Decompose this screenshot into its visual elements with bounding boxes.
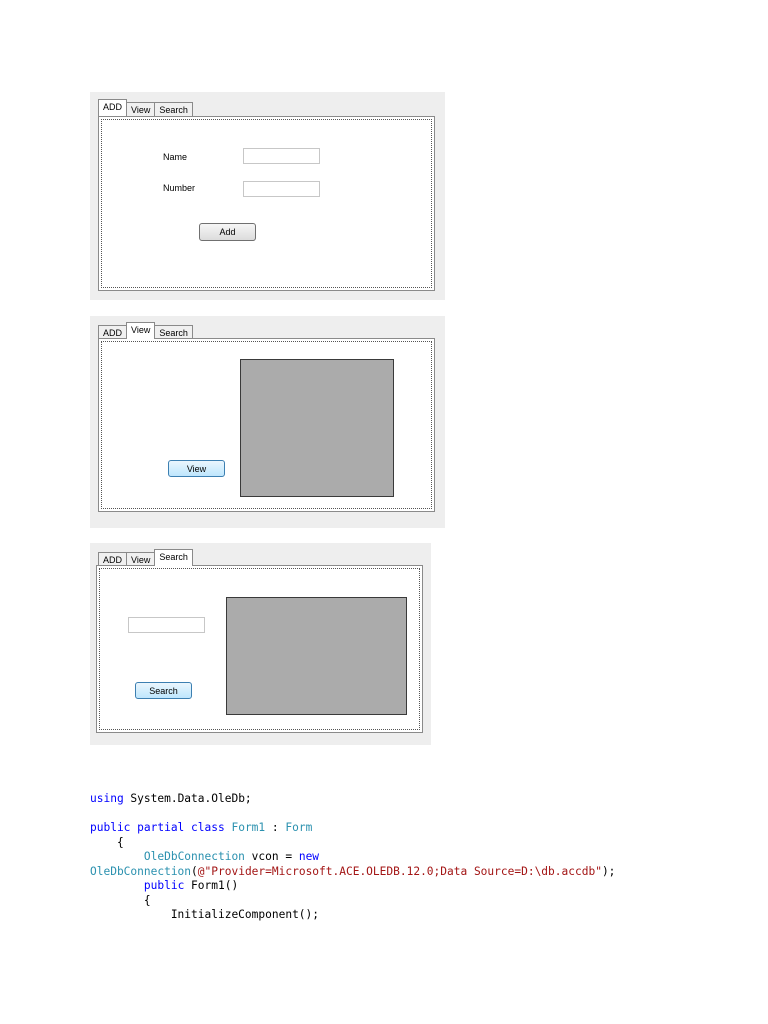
tab-search[interactable]: Search	[154, 325, 193, 339]
tab-page-search: Search	[96, 565, 423, 733]
tab-view[interactable]: View	[126, 322, 156, 339]
page-border	[101, 119, 432, 288]
code-type: Form1	[231, 821, 266, 834]
code-keyword: using	[90, 792, 124, 805]
code-type: OleDbConnection	[143, 850, 245, 863]
add-form-screenshot: ADD View Search Name Number Add	[90, 92, 445, 300]
code-string: @"Provider=Microsoft.ACE.OLEDB.12.0;Data…	[197, 864, 602, 878]
tab-strip: ADD View Search	[98, 99, 193, 116]
view-button[interactable]: View	[168, 460, 225, 477]
number-input[interactable]	[243, 181, 320, 197]
code-text: Form1()	[184, 879, 239, 892]
tab-view[interactable]: View	[126, 102, 156, 116]
code-keyword: public	[143, 879, 185, 892]
name-label: Name	[163, 152, 188, 162]
data-grid[interactable]	[240, 359, 394, 497]
tab-page-add: Name Number Add	[98, 116, 435, 291]
tab-strip: ADD View Search	[98, 322, 193, 339]
tab-strip: ADD View Search	[98, 549, 193, 566]
code-text: {	[90, 893, 151, 907]
tab-page-view: View	[98, 338, 435, 512]
search-form-screenshot: ADD View Search Search	[90, 543, 431, 745]
code-type: OleDbConnection	[90, 864, 192, 878]
code-text: InitializeComponent();	[90, 908, 320, 921]
tab-search[interactable]: Search	[154, 549, 193, 566]
code-text: vcon =	[244, 850, 299, 863]
number-label: Number	[163, 183, 196, 193]
view-form-screenshot: ADD View Search View	[90, 316, 445, 528]
search-input[interactable]	[128, 617, 205, 633]
tab-add[interactable]: ADD	[98, 99, 128, 116]
code-listing: using System.Data.OleDb; public partial …	[90, 792, 615, 923]
code-keyword: new	[298, 850, 320, 863]
code-keyword: public partial class	[90, 821, 225, 834]
code-text: (	[191, 864, 198, 878]
code-text: );	[601, 864, 616, 878]
tab-add[interactable]: ADD	[98, 325, 128, 339]
search-button[interactable]: Search	[135, 682, 192, 699]
name-input[interactable]	[243, 148, 320, 164]
code-text: {	[90, 835, 124, 849]
code-text: :	[265, 821, 286, 834]
add-button[interactable]: Add	[199, 223, 256, 241]
code-text: System.Data.OleDb;	[123, 792, 252, 805]
tab-view[interactable]: View	[126, 552, 156, 566]
data-grid[interactable]	[226, 597, 407, 715]
tab-add[interactable]: ADD	[98, 552, 128, 566]
tab-search[interactable]: Search	[154, 102, 193, 116]
code-type: Form	[285, 821, 313, 834]
